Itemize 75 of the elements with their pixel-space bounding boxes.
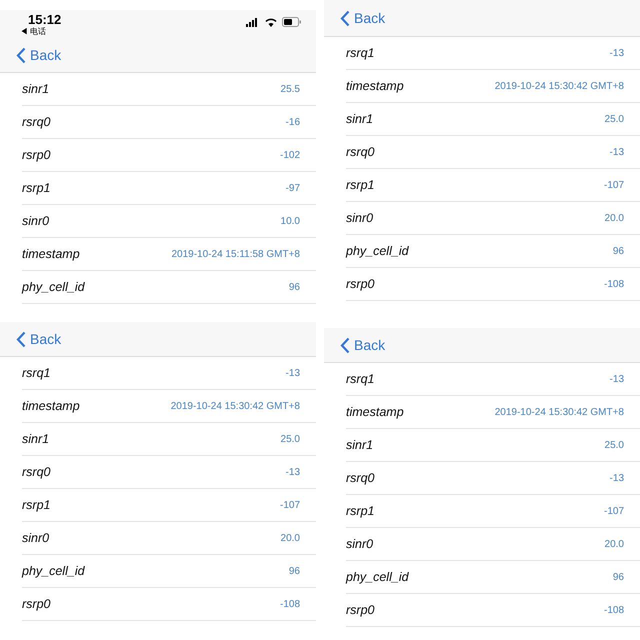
field-label: sinr1 [22,82,50,96]
field-value: -13 [286,368,300,378]
field-value: -13 [286,466,300,478]
field-label: rsrq1 [346,46,374,60]
field-label: phy_cell_id [22,564,85,578]
back-button[interactable]: Back [340,10,386,26]
field-label: rsrp1 [346,504,374,518]
back-to-app-link[interactable]: ◀ 电话 [20,27,46,37]
signal-icon [246,18,260,26]
field-label: rsrp0 [22,148,50,162]
field-label: phy_cell_id [346,244,409,258]
field-value: 96 [288,566,300,576]
field-value: 2019-10-24 15:30:42 GMT+8 [494,80,624,92]
field-value: 10.0 [280,216,300,226]
field-value: -107 [604,180,624,190]
clock-time: 15:12 [28,12,62,27]
field-value: 20.0 [604,212,624,224]
field-label: sinr0 [22,214,50,228]
field-value: 25.0 [604,114,624,124]
field-value: 20.0 [280,532,300,544]
field-label: rsrp0 [346,603,374,617]
field-label: timestamp [22,247,80,261]
field-value: -13 [610,472,624,484]
field-label: rsrq0 [346,471,374,485]
field-label: sinr0 [346,211,374,225]
field-value: 2019-10-24 15:30:42 GMT+8 [494,406,624,418]
field-value: -13 [610,374,624,384]
chevron-left-icon [16,46,26,64]
field-label: timestamp [22,399,80,413]
chevron-left-icon [16,330,26,348]
field-label: rsrq0 [346,145,374,159]
field-value: 2019-10-24 15:30:42 GMT+8 [170,400,300,412]
field-value: 2019-10-24 15:11:58 GMT+8 [171,248,300,260]
field-label: rsrp1 [346,178,374,192]
field-value: -107 [280,500,300,510]
field-value: 96 [612,246,624,256]
chevron-left-icon [340,10,350,26]
field-value: 96 [612,572,624,582]
field-value: 20.0 [604,538,624,550]
field-value: -16 [286,116,300,128]
field-label: rsrq0 [22,465,50,479]
field-label: rsrq0 [22,115,50,129]
field-label: timestamp [346,405,404,419]
field-value: -108 [604,604,624,616]
field-label: rsrq1 [346,372,374,386]
field-label: rsrp1 [22,498,50,512]
field-label: sinr1 [346,112,374,126]
field-label: rsrp0 [346,277,374,291]
field-label: sinr0 [346,537,374,551]
back-button[interactable]: Back [16,330,62,348]
battery-icon [282,17,302,27]
back-button[interactable]: Back [340,336,386,354]
field-value: -108 [280,598,300,610]
field-value: -108 [604,278,624,290]
field-label: phy_cell_id [346,570,409,584]
field-label: rsrq1 [22,366,50,380]
field-value: -97 [286,182,300,194]
field-label: sinr1 [22,432,50,446]
back-button[interactable]: Back [16,46,62,64]
field-label: timestamp [346,79,404,93]
field-value: -13 [610,146,624,158]
field-value: -102 [280,150,300,160]
wifi-icon [265,18,277,26]
field-label: sinr1 [346,438,374,452]
chevron-left-icon [340,336,350,354]
field-value: 96 [288,282,300,292]
field-label: rsrp1 [22,181,50,195]
field-value: 25.0 [280,434,300,444]
field-value: -107 [604,506,624,516]
field-value: -13 [610,48,624,58]
field-label: phy_cell_id [22,280,85,294]
field-value: 25.0 [604,440,624,450]
field-label: rsrp0 [22,597,50,611]
field-value: 25.5 [280,84,300,94]
field-label: sinr0 [22,531,50,545]
